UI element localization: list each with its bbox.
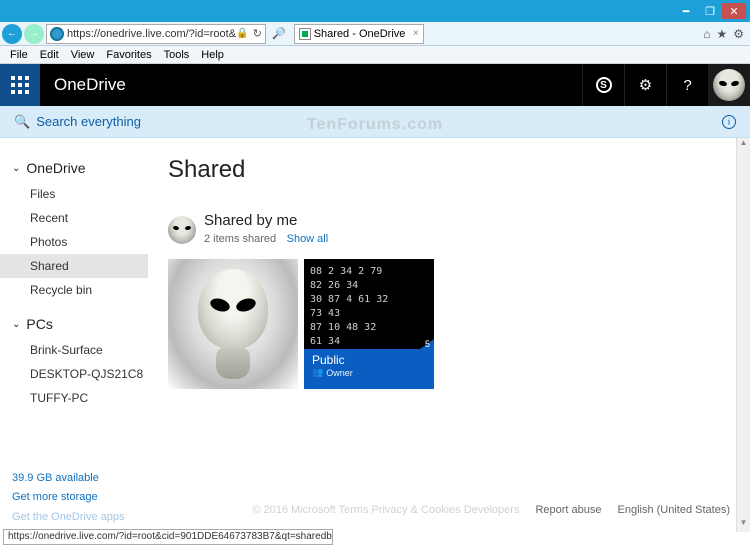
app-header: OneDrive S ⚙ ? bbox=[0, 64, 750, 106]
item-count-badge: 5 bbox=[425, 339, 430, 349]
address-bar[interactable]: https://onedrive.live.com/?id=root&cid= … bbox=[46, 24, 266, 44]
search-dropdown-icon[interactable]: 🔎 bbox=[268, 27, 290, 40]
forward-button[interactable]: → bbox=[24, 24, 44, 44]
language-selector[interactable]: English (United States) bbox=[618, 504, 731, 516]
sidebar-item-photos[interactable]: Photos bbox=[12, 230, 148, 254]
search-placeholder: Search everything bbox=[36, 114, 141, 129]
window-titlebar: ━ ❐ ✕ bbox=[0, 0, 750, 22]
brand-label[interactable]: OneDrive bbox=[54, 75, 126, 95]
chevron-down-icon: ⌄ bbox=[12, 319, 20, 330]
storage-available[interactable]: 39.9 GB available bbox=[12, 469, 125, 489]
menu-edit[interactable]: Edit bbox=[34, 49, 65, 61]
ie-icon bbox=[50, 27, 64, 41]
close-button[interactable]: ✕ bbox=[722, 3, 746, 19]
get-apps-link[interactable]: Get the OneDrive apps bbox=[12, 508, 125, 528]
vertical-scrollbar[interactable]: ▲ ▼ bbox=[736, 138, 750, 532]
get-more-storage-link[interactable]: Get more storage bbox=[12, 488, 125, 508]
ssl-lock-icon: 🔒 bbox=[236, 28, 248, 39]
avatar bbox=[168, 216, 196, 244]
info-icon[interactable]: i bbox=[722, 115, 736, 129]
sidebar-item-pc-2[interactable]: DESKTOP-QJS21C8 bbox=[12, 362, 148, 386]
sidebar: ⌄ OneDrive Files Recent Photos Shared Re… bbox=[0, 138, 148, 532]
search-bar[interactable]: 🔍 Search everything i bbox=[0, 106, 750, 138]
back-button[interactable]: ← bbox=[2, 24, 22, 44]
help-button[interactable]: ? bbox=[666, 64, 708, 106]
settings-button[interactable]: ⚙ bbox=[624, 64, 666, 106]
menu-favorites[interactable]: Favorites bbox=[100, 49, 157, 61]
menu-bar: File Edit View Favorites Tools Help bbox=[0, 46, 750, 64]
menu-help[interactable]: Help bbox=[195, 49, 230, 61]
avatar bbox=[713, 69, 745, 101]
sidebar-item-pc-1[interactable]: Brink-Surface bbox=[12, 338, 148, 362]
menu-view[interactable]: View bbox=[65, 49, 101, 61]
search-icon: 🔍 bbox=[14, 114, 30, 130]
sidebar-item-shared[interactable]: Shared bbox=[0, 254, 148, 278]
browser-tab[interactable]: Shared - OneDrive × bbox=[294, 24, 424, 44]
sidebar-group-onedrive[interactable]: ⌄ OneDrive bbox=[12, 160, 148, 176]
folder-name: Public bbox=[312, 353, 426, 367]
show-all-link[interactable]: Show all bbox=[287, 233, 329, 245]
minimize-button[interactable]: ━ bbox=[674, 3, 698, 19]
onedrive-favicon bbox=[299, 28, 311, 40]
sidebar-item-files[interactable]: Files bbox=[12, 182, 148, 206]
page-footer: © 2016 Microsoft Terms Privacy & Cookies… bbox=[252, 504, 730, 516]
section-subtitle: 2 items shared bbox=[204, 233, 276, 245]
chevron-down-icon: ⌄ bbox=[12, 163, 20, 174]
scroll-down-icon[interactable]: ▼ bbox=[737, 518, 750, 532]
home-icon[interactable]: ⌂ bbox=[703, 27, 710, 41]
sidebar-item-recent[interactable]: Recent bbox=[12, 206, 148, 230]
tab-close-icon[interactable]: × bbox=[413, 28, 419, 39]
report-abuse-link[interactable]: Report abuse bbox=[535, 504, 601, 516]
app-launcher-button[interactable] bbox=[0, 64, 40, 106]
help-icon: ? bbox=[683, 77, 691, 94]
main-content: Shared Shared by me 2 items shared Show … bbox=[148, 138, 750, 532]
sidebar-item-recycle[interactable]: Recycle bin bbox=[12, 278, 148, 302]
folder-role: Owner bbox=[326, 368, 353, 378]
people-icon: 👥 bbox=[312, 367, 323, 378]
browser-nav-bar: ← → https://onedrive.live.com/?id=root&c… bbox=[0, 22, 750, 46]
section-title: Shared by me bbox=[204, 212, 328, 229]
menu-file[interactable]: File bbox=[4, 49, 34, 61]
url-text: https://onedrive.live.com/?id=root&cid= bbox=[67, 28, 236, 40]
footer-copyright: © 2016 Microsoft Terms Privacy & Cookies… bbox=[252, 504, 519, 516]
menu-tools[interactable]: Tools bbox=[158, 49, 196, 61]
tools-gear-icon[interactable]: ⚙ bbox=[733, 27, 744, 41]
shared-item-tile[interactable] bbox=[168, 259, 298, 389]
gear-icon: ⚙ bbox=[639, 76, 652, 94]
sidebar-group-label: OneDrive bbox=[26, 160, 85, 176]
favorites-star-icon[interactable]: ★ bbox=[716, 27, 727, 41]
refresh-icon[interactable]: ↻ bbox=[253, 27, 262, 40]
skype-button[interactable]: S bbox=[582, 64, 624, 106]
shared-folder-tile[interactable]: 08 2 34 2 79 82 26 3430 87 4 61 32 73 43… bbox=[304, 259, 434, 389]
tab-title: Shared - OneDrive bbox=[314, 28, 406, 40]
skype-icon: S bbox=[596, 77, 612, 93]
waffle-icon bbox=[11, 76, 29, 94]
maximize-button[interactable]: ❐ bbox=[698, 3, 722, 19]
page-title: Shared bbox=[168, 156, 730, 184]
alien-image bbox=[188, 269, 278, 379]
account-button[interactable] bbox=[708, 64, 750, 106]
scroll-up-icon[interactable]: ▲ bbox=[737, 138, 750, 152]
browser-status-bar: https://onedrive.live.com/?id=root&cid=9… bbox=[3, 529, 333, 545]
sidebar-group-pcs[interactable]: ⌄ PCs bbox=[12, 316, 148, 332]
sidebar-item-pc-3[interactable]: TUFFY-PC bbox=[12, 386, 148, 410]
sidebar-group-label: PCs bbox=[26, 316, 52, 332]
